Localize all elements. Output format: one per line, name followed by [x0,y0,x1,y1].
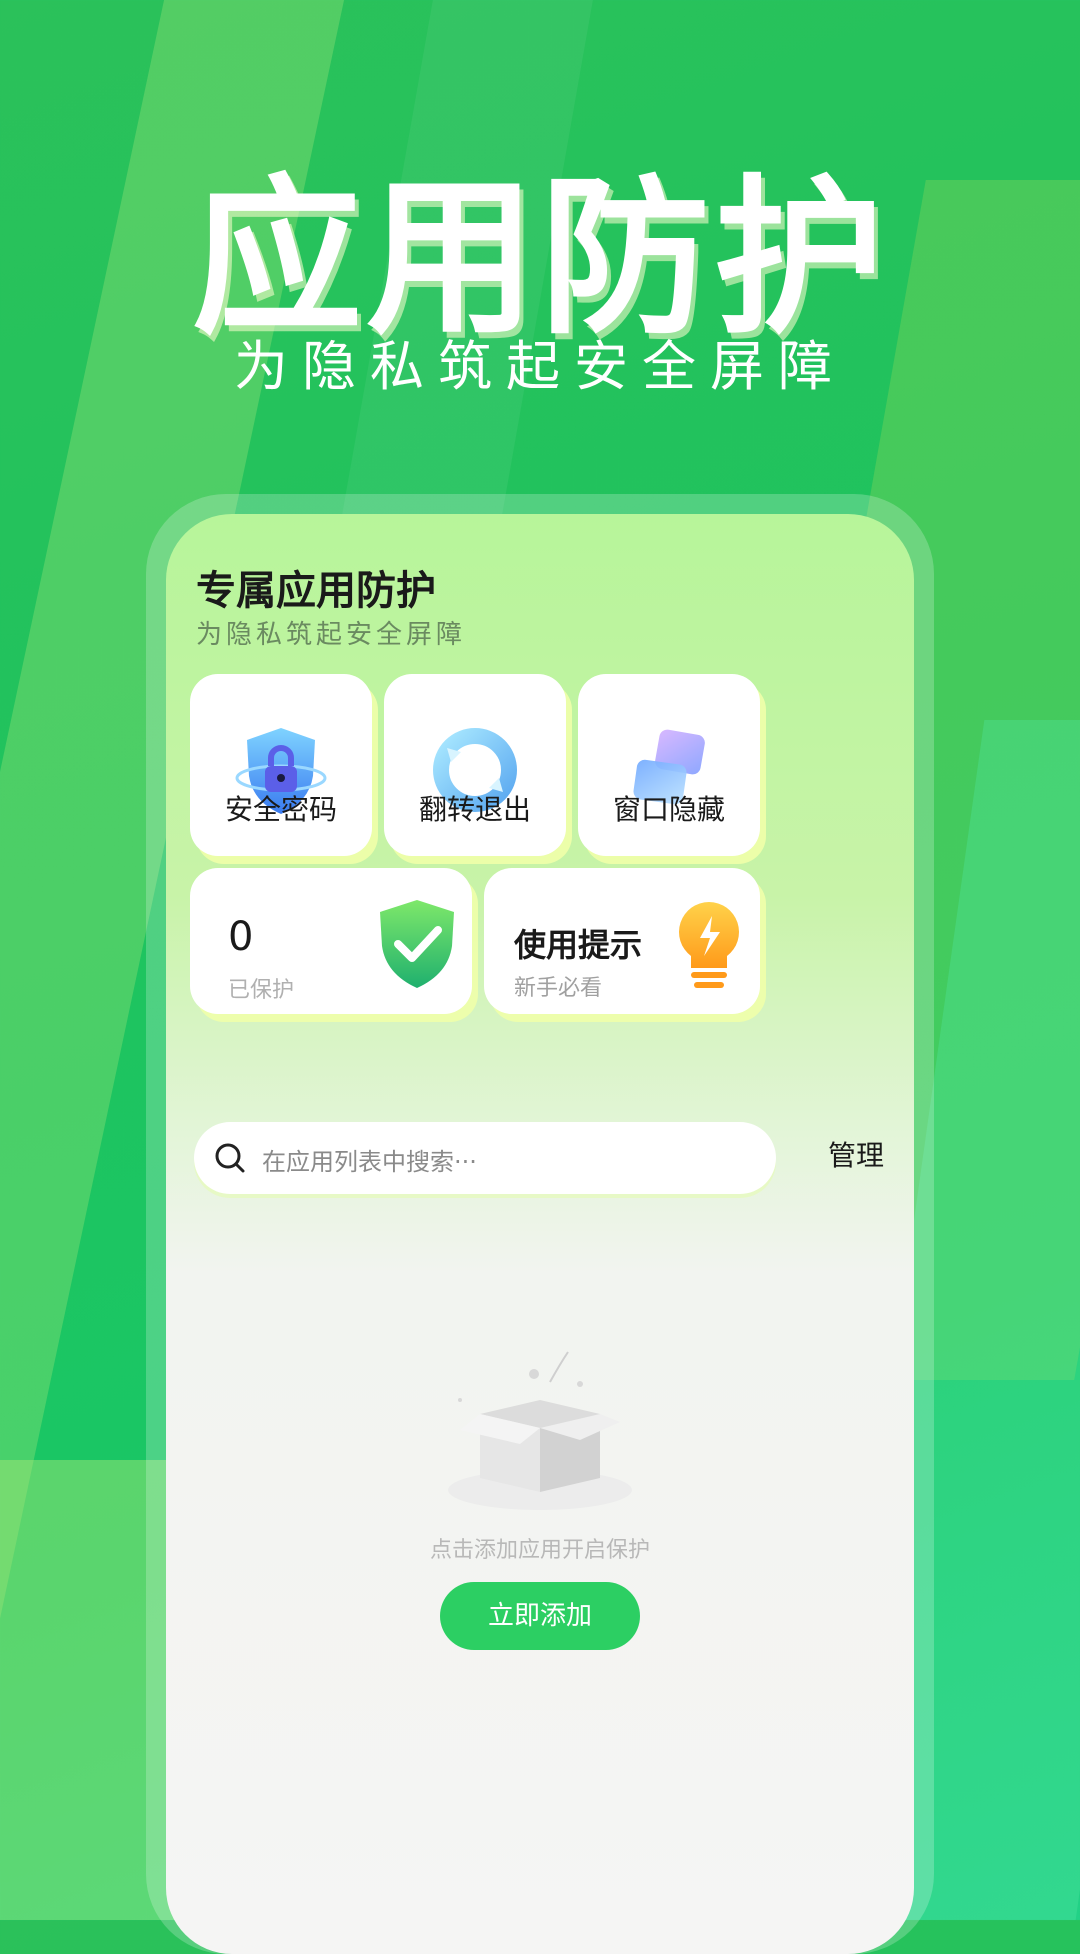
feature-label: 窗口隐藏 [612,793,725,826]
protected-count: 0 [228,914,254,960]
lightbulb-icon [679,902,739,988]
search-bar[interactable]: 在应用列表中搜索··· [194,1122,776,1194]
tips-title: 使用提示 [514,926,643,964]
tips-subtitle: 新手必看 [514,976,603,1001]
feature-safe-password[interactable]: 安全密码 [190,674,372,856]
feature-label: 翻转退出 [418,793,531,826]
card-subtitle: 为隐私筑起安全屏障 [196,620,467,650]
feature-flip-exit[interactable]: 翻转退出 [384,674,566,856]
protected-count-card[interactable]: 0 已保护 [190,868,472,1014]
hero-subtitle: 为隐私筑起安全屏障 [234,335,846,398]
usage-tips-card[interactable]: 使用提示 新手必看 [484,868,760,1014]
manage-button[interactable]: 管理 [828,1134,884,1174]
search-icon [215,1143,245,1173]
empty-state-text: 点击添加应用开启保护 [429,1538,650,1563]
phone-screen: 专属应用防护 为隐私筑起安全屏障 安全密码 翻转退出 窗口隐藏 0 已保护 使用… [166,514,914,1954]
search-input[interactable]: 在应用列表中搜索··· [262,1142,477,1177]
add-now-button[interactable]: 立即添加 [440,1582,640,1650]
empty-box-icon [448,1351,632,1510]
feature-window-hide[interactable]: 窗口隐藏 [578,674,760,856]
protected-label: 已保护 [228,978,295,1003]
feature-label: 安全密码 [224,793,337,826]
check-shield-icon [380,900,454,988]
card-title: 专属应用防护 [196,568,436,614]
